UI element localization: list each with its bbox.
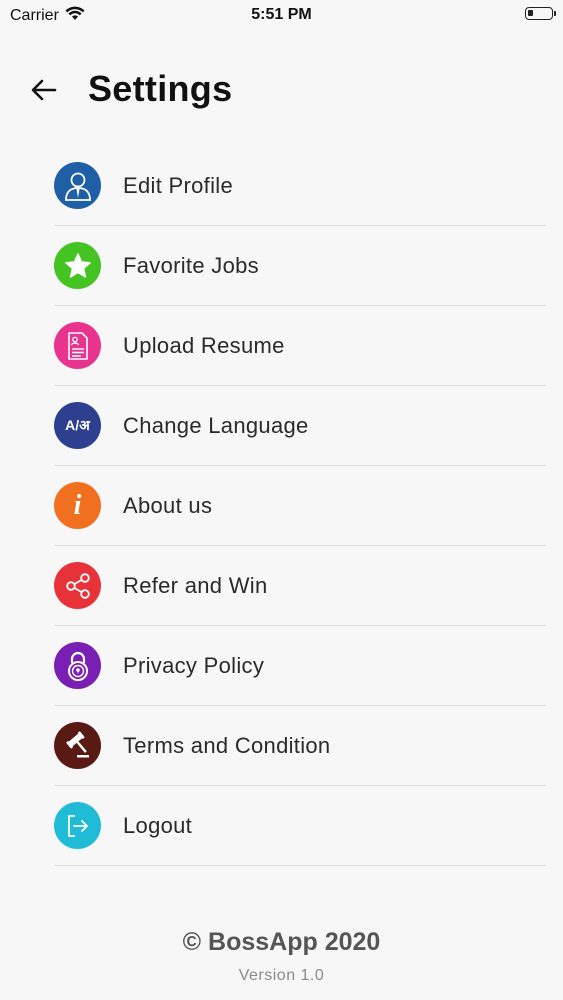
menu-label: Favorite Jobs (123, 252, 259, 278)
menu-label: Change Language (123, 412, 309, 438)
menu-label: Upload Resume (123, 332, 285, 358)
arrow-left-icon (31, 79, 57, 101)
gavel-icon (54, 722, 101, 769)
menu-item-about-us[interactable]: i About us (54, 466, 546, 546)
menu-item-logout[interactable]: Logout (54, 786, 546, 866)
star-icon (54, 242, 101, 289)
menu-item-terms-and-condition[interactable]: Terms and Condition (54, 706, 546, 786)
menu-label: Logout (123, 812, 193, 838)
info-icon-text: i (73, 489, 82, 521)
menu-item-upload-resume[interactable]: Upload Resume (54, 306, 546, 386)
resume-document-icon (54, 322, 101, 369)
back-button[interactable] (26, 72, 62, 108)
menu-item-favorite-jobs[interactable]: Favorite Jobs (54, 226, 546, 306)
menu-item-refer-and-win[interactable]: Refer and Win (54, 546, 546, 626)
copyright-text: © BossApp 2020 (182, 928, 381, 956)
header: Settings (0, 60, 563, 120)
settings-menu: Edit Profile Favorite Jobs Upload Resume… (54, 146, 546, 866)
menu-label: Terms and Condition (123, 732, 331, 758)
battery-icon (525, 7, 556, 20)
footer: © BossApp 2020 Version 1.0 (0, 928, 563, 985)
page-title: Settings (88, 68, 233, 109)
share-icon (54, 562, 101, 609)
logout-icon (54, 802, 101, 849)
menu-item-change-language[interactable]: A/अ Change Language (54, 386, 546, 466)
status-bar: Carrier 5:51 PM (0, 0, 563, 30)
menu-label: Refer and Win (123, 572, 268, 598)
language-icon-text: A/अ (65, 417, 90, 433)
padlock-icon (54, 642, 101, 689)
menu-label: Privacy Policy (123, 652, 265, 678)
version-text: Version 1.0 (238, 967, 325, 984)
language-icon: A/अ (54, 402, 101, 449)
user-profile-icon (54, 162, 101, 209)
info-icon: i (54, 482, 101, 529)
menu-label: Edit Profile (123, 172, 233, 198)
clock: 5:51 PM (251, 6, 312, 23)
menu-item-privacy-policy[interactable]: Privacy Policy (54, 626, 546, 706)
menu-item-edit-profile[interactable]: Edit Profile (54, 146, 546, 226)
menu-label: About us (123, 492, 213, 518)
